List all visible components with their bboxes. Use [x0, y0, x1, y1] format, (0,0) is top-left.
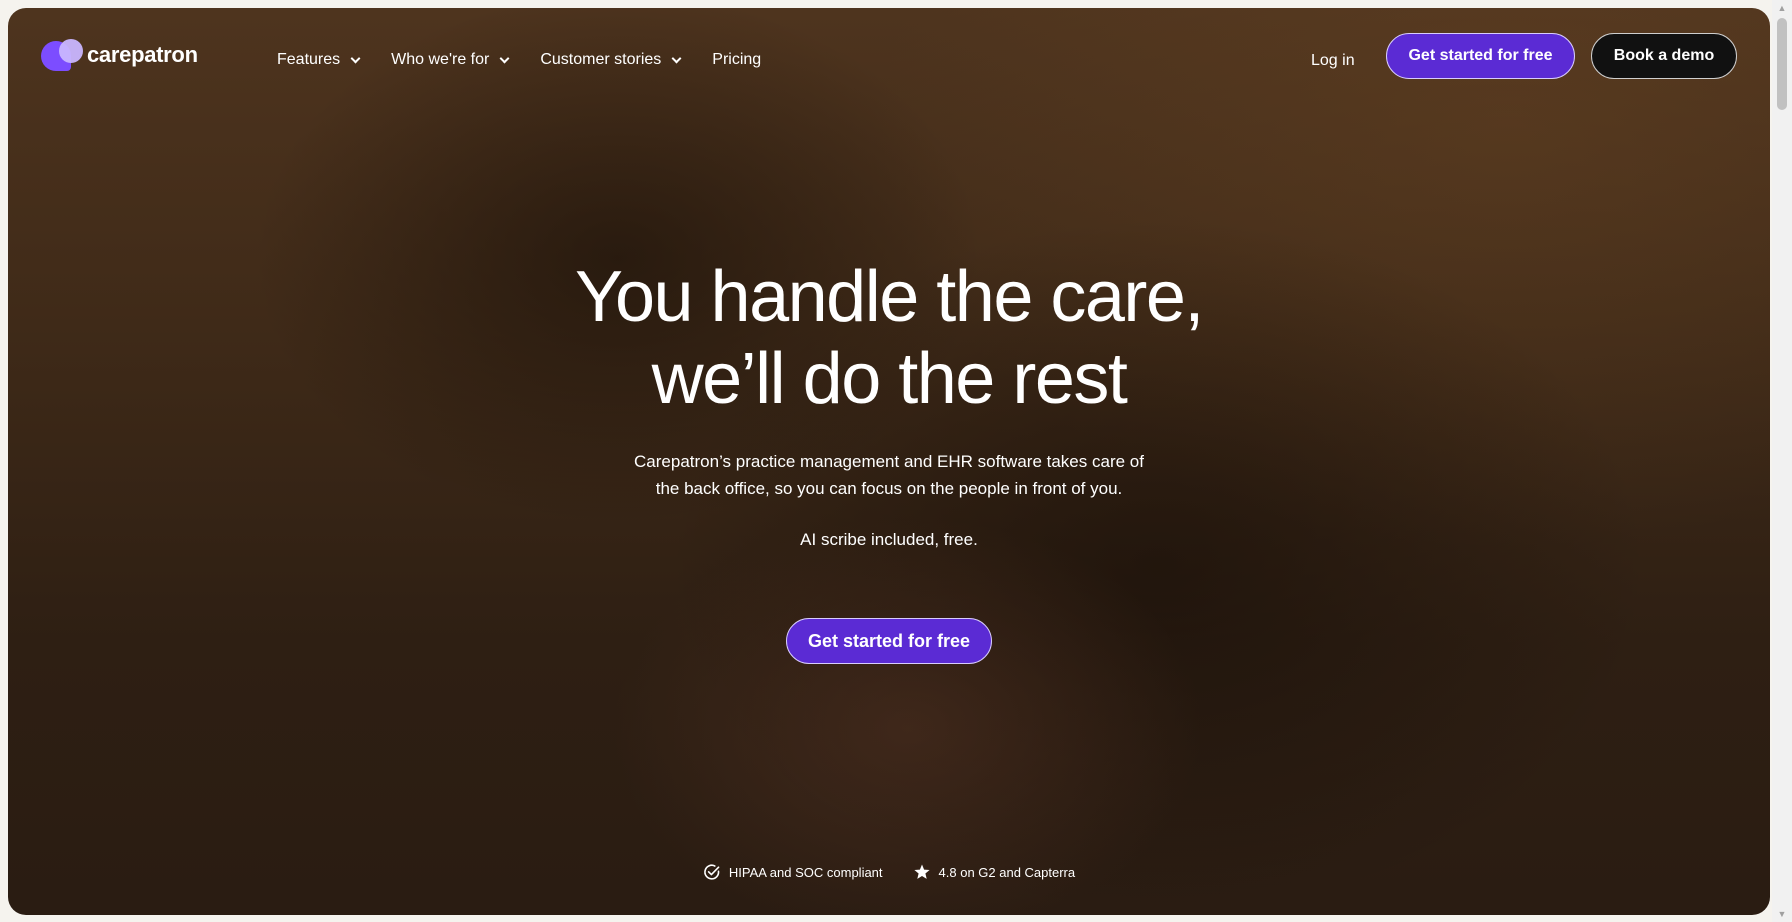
hero-title-line: You handle the care, — [575, 257, 1204, 337]
hero-title: You handle the care, we’ll do the rest — [8, 256, 1770, 420]
scroll-down-arrow-icon[interactable]: ▼ — [1772, 906, 1792, 922]
logo-text: carepatron — [87, 42, 198, 67]
book-demo-button[interactable]: Book a demo — [1591, 33, 1737, 79]
page-scrollbar[interactable]: ▲ ▼ — [1772, 0, 1792, 922]
badge-label: HIPAA and SOC compliant — [728, 864, 883, 880]
hero-title-line: we’ll do the rest — [651, 339, 1128, 419]
get-started-button[interactable]: Get started for free — [1386, 33, 1575, 79]
logo[interactable]: carepatron — [41, 39, 198, 71]
nav-item-features[interactable]: Features — [277, 51, 361, 69]
nav-item-label: Features — [277, 51, 341, 68]
ai-scribe-note: AI scribe included, free. — [800, 530, 978, 549]
nav-item-who-were-for[interactable]: Who we're for — [391, 51, 510, 69]
login-link[interactable]: Log in — [1311, 52, 1355, 70]
star-icon — [913, 864, 930, 879]
page-frame: carepatron Features Who we're for Custom… — [8, 8, 1770, 915]
badge-label: 4.8 on G2 and Capterra — [938, 864, 1076, 880]
hero-subtitle-line: Carepatron’s practice management and EHR… — [634, 452, 1144, 471]
hero-get-started-button[interactable]: Get started for free — [786, 618, 992, 664]
nav-item-label: Pricing — [712, 51, 762, 68]
chevron-down-icon — [350, 53, 361, 63]
chevron-down-icon — [499, 53, 510, 63]
nav-item-label: Who we're for — [391, 51, 490, 68]
check-circle-icon — [704, 864, 720, 880]
chevron-down-icon — [671, 53, 682, 63]
nav-item-label: Customer stories — [540, 51, 662, 68]
badge-hipaa: HIPAA and SOC compliant — [703, 863, 883, 881]
trust-badges: HIPAA and SOC compliant 4.8 on G2 and Ca… — [8, 863, 1770, 881]
main-menu: Features Who we're for Customer stories … — [277, 51, 793, 69]
badge-rating: 4.8 on G2 and Capterra — [913, 863, 1076, 881]
scrollbar-thumb[interactable] — [1777, 18, 1787, 110]
nav-item-pricing[interactable]: Pricing — [712, 51, 761, 69]
nav-item-customer-stories[interactable]: Customer stories — [540, 51, 682, 69]
hero-subtitle-line: the back office, so you can focus on the… — [655, 479, 1123, 498]
scroll-up-arrow-icon[interactable]: ▲ — [1772, 0, 1792, 16]
carepatron-logo-icon — [41, 39, 87, 71]
top-nav: carepatron Features Who we're for Custom… — [8, 8, 1770, 102]
hero-subtitle: Carepatron’s practice management and EHR… — [8, 448, 1770, 502]
